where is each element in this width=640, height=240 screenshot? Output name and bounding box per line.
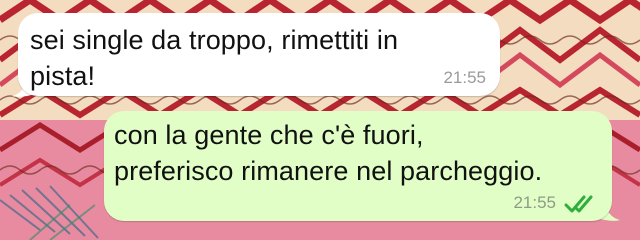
incoming-message-text: sei single da troppo, rimettiti in pista…	[30, 25, 399, 91]
outgoing-message-bubble[interactable]: con la gente che c'è fuori, preferisco r…	[104, 111, 612, 221]
incoming-message-bubble[interactable]: sei single da troppo, rimettiti in pista…	[18, 13, 500, 96]
outgoing-message-text: con la gente che c'è fuori, preferisco r…	[114, 120, 543, 186]
outgoing-message-time: 21:55	[513, 193, 556, 212]
double-check-icon	[564, 195, 593, 213]
incoming-message-time: 21:55	[443, 68, 486, 87]
